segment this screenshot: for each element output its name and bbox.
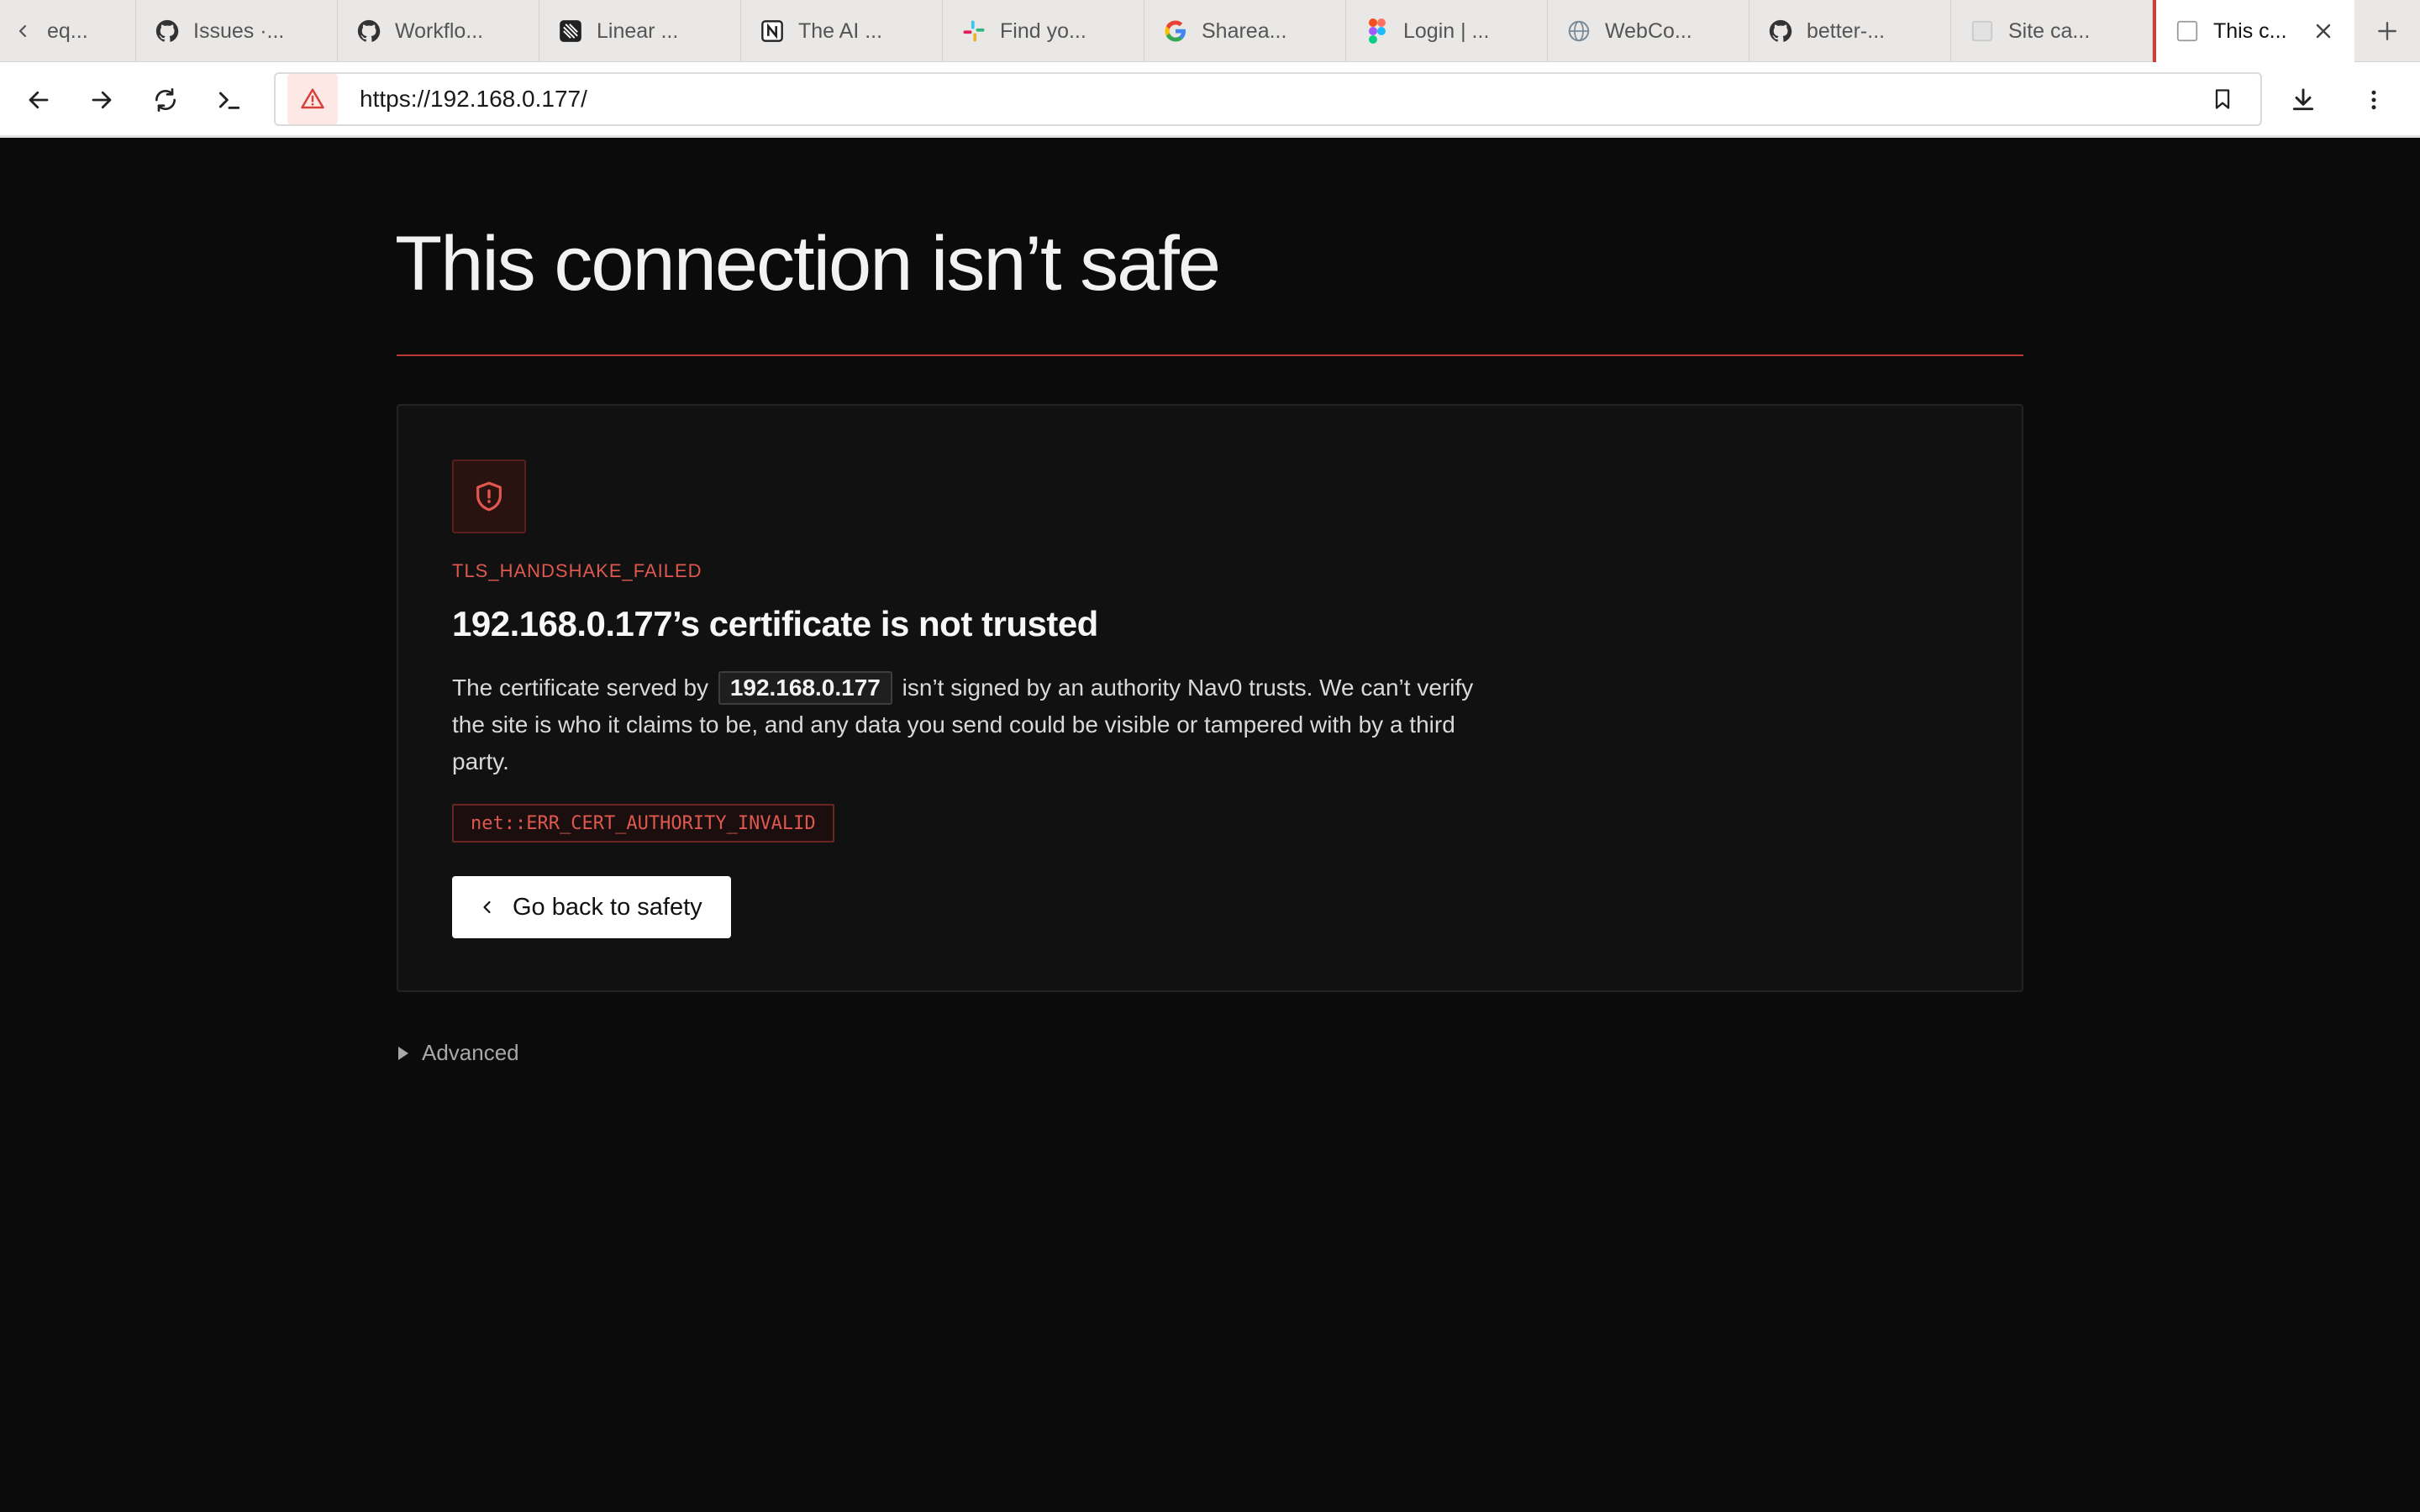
go-back-button[interactable]: Go back to safety — [452, 876, 731, 938]
linear-icon — [558, 18, 583, 44]
github-icon — [356, 18, 381, 44]
warning-triangle-icon — [301, 88, 324, 109]
tab-title: WebCo... — [1605, 18, 1692, 43]
tab-5[interactable]: Find yo... — [943, 0, 1144, 62]
github-icon — [155, 18, 180, 44]
tab-10[interactable]: Site ca... — [1951, 0, 2153, 62]
browser-toolbar — [0, 62, 2420, 138]
blank-page-icon — [2175, 18, 2200, 44]
tab-scroll-left-button[interactable] — [0, 0, 45, 62]
tab-title: eq... — [47, 18, 88, 43]
bookmark-button[interactable] — [2203, 80, 2242, 118]
go-back-label: Go back to safety — [513, 893, 702, 921]
error-card: TLS_HANDSHAKE_FAILED 192.168.0.177’s cer… — [397, 404, 2023, 992]
title-divider — [397, 354, 2023, 356]
figma-icon — [1365, 18, 1390, 44]
chevron-left-icon — [483, 900, 491, 914]
notion-icon — [760, 18, 785, 44]
menu-button[interactable] — [2354, 81, 2393, 119]
shield-alert-icon — [476, 481, 502, 512]
tab-7[interactable]: Login | ... — [1346, 0, 1548, 62]
advanced-label: Advanced — [422, 1040, 519, 1065]
bookmark-icon — [2215, 89, 2230, 109]
tab-title: better-... — [1807, 18, 1886, 43]
tab-11-active[interactable]: This c... — [2153, 0, 2354, 62]
tab-4[interactable]: The AI ... — [741, 0, 943, 62]
advanced-toggle[interactable]: Advanced — [397, 1040, 519, 1066]
tab-3[interactable]: Linear ... — [539, 0, 741, 62]
shield-alert-badge — [452, 459, 526, 533]
new-tab-button[interactable] — [2354, 0, 2420, 61]
tab-title: Linear ... — [597, 18, 679, 43]
tab-8[interactable]: WebCo... — [1548, 0, 1749, 62]
back-button[interactable] — [19, 81, 58, 119]
tab-title: Find yo... — [1000, 18, 1086, 43]
tab-title: Sharea... — [1202, 18, 1287, 43]
webco-icon — [1566, 18, 1591, 44]
description-intro: The certificate served by — [452, 675, 709, 701]
tab-0[interactable]: eq... — [45, 0, 136, 62]
tab-title: Issues ·... — [193, 18, 285, 43]
tab-1[interactable]: Issues ·... — [136, 0, 338, 62]
address-bar[interactable] — [274, 72, 2262, 126]
reload-icon — [155, 88, 176, 112]
forward-button[interactable] — [82, 81, 121, 119]
github-icon — [1768, 18, 1793, 44]
reload-button[interactable] — [146, 81, 185, 119]
arrow-left-icon — [29, 91, 49, 109]
kebab-menu-icon — [2371, 90, 2376, 110]
close-tab-button[interactable] — [2311, 18, 2336, 44]
tab-title: Site ca... — [2008, 18, 2091, 43]
tab-title: This c... — [2213, 18, 2287, 43]
host-chip: 192.168.0.177 — [718, 671, 892, 705]
blank-page-icon — [1970, 18, 1995, 44]
terminal-icon — [218, 92, 240, 109]
tab-2[interactable]: Workflo... — [338, 0, 539, 62]
close-icon — [2316, 24, 2331, 39]
tab-title: Workflo... — [395, 18, 484, 43]
url-input[interactable] — [360, 86, 2203, 113]
certificate-heading: 192.168.0.177’s certificate is not trust… — [452, 604, 1098, 643]
chevron-left-icon — [18, 24, 27, 38]
downloads-button[interactable] — [2284, 81, 2323, 119]
security-warning-button[interactable] — [287, 74, 338, 124]
page-title: This connection isn’t safe — [395, 221, 1221, 307]
tab-9[interactable]: better-... — [1749, 0, 1951, 62]
console-button[interactable] — [210, 81, 249, 119]
arrow-right-icon — [92, 91, 112, 109]
tab-strip: eq... Issues ·... Workflo... Linear ... … — [0, 0, 2420, 62]
tab-title: Login | ... — [1403, 18, 1490, 43]
certificate-description: The certificate served by 192.168.0.177 … — [452, 669, 1511, 780]
error-code-label: TLS_HANDSHAKE_FAILED — [452, 560, 702, 581]
slack-icon — [961, 18, 986, 44]
download-icon — [2292, 88, 2314, 111]
tab-title: The AI ... — [798, 18, 883, 43]
tab-6[interactable]: Sharea... — [1144, 0, 1346, 62]
triangle-right-icon — [398, 1046, 408, 1060]
plus-icon — [2378, 21, 2396, 40]
net-error-code: net::ERR_CERT_AUTHORITY_INVALID — [452, 804, 834, 843]
google-icon — [1163, 18, 1188, 44]
